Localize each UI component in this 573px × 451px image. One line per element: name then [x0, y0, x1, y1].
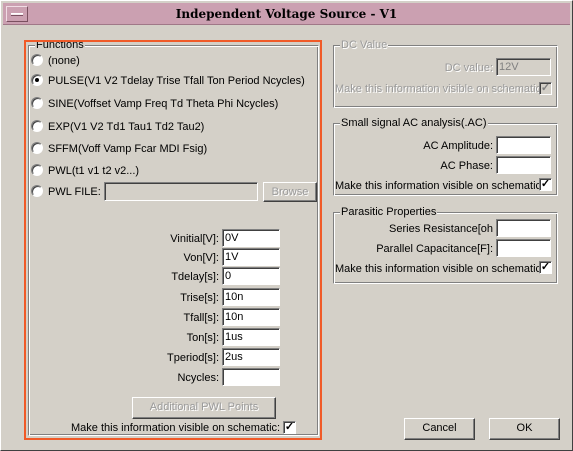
radio-button[interactable] — [31, 74, 43, 86]
ac-visible-label: Make this information visible on schemat… — [335, 180, 545, 192]
ac-phase-input[interactable] — [496, 156, 551, 174]
radio-button[interactable] — [31, 97, 43, 109]
radio-sine[interactable]: SINE(Voffset Vamp Freq Td Theta Phi Ncyc… — [31, 97, 278, 111]
dialog-window: Independent Voltage Source - V1 Function… — [0, 0, 573, 451]
parallel-capacitance-label: Parallel Capacitance[F]: — [376, 243, 493, 255]
ac-phase-label: AC Phase: — [440, 160, 493, 172]
series-resistance-input[interactable] — [496, 219, 551, 237]
dc-group-label: DC Value — [340, 39, 389, 51]
radio-pwl-file[interactable]: PWL FILE: — [31, 185, 101, 199]
radio-label: PWL FILE: — [48, 186, 101, 198]
radio-label: EXP(V1 V2 Td1 Tau1 Td2 Tau2) — [48, 121, 205, 133]
cancel-button[interactable]: Cancel — [404, 418, 475, 440]
param-label-tfall: Tfall[s]: — [183, 312, 219, 324]
param-input-ncycles[interactable] — [222, 368, 280, 386]
pwl-file-input[interactable] — [104, 182, 258, 201]
radio-button[interactable] — [31, 120, 43, 132]
parasitic-visible-checkbox[interactable]: ✓ — [539, 261, 552, 274]
param-input-ton[interactable]: 1us — [222, 328, 280, 346]
ac-group-label: Small signal AC analysis(.AC) — [340, 117, 488, 129]
param-label-von: Von[V]: — [183, 252, 219, 264]
radio-label: (none) — [48, 55, 80, 67]
functions-visible-checkbox[interactable]: ✓ — [283, 421, 296, 434]
param-input-vinitial[interactable]: 0V — [222, 229, 280, 247]
radio-none[interactable]: (none) — [31, 54, 80, 68]
additional-pwl-points-button[interactable]: Additional PWL Points — [132, 397, 276, 419]
param-input-trise[interactable]: 10n — [222, 288, 280, 306]
dc-value-input[interactable]: 12V — [496, 58, 551, 76]
functions-visible-label: Make this information visible on schemat… — [71, 422, 281, 434]
param-input-tperiod[interactable]: 2us — [222, 348, 280, 366]
dc-value-label: DC value: — [444, 62, 493, 74]
dc-visible-checkbox[interactable]: ✓ — [539, 82, 552, 95]
radio-exp[interactable]: EXP(V1 V2 Td1 Tau1 Td2 Tau2) — [31, 120, 204, 134]
title-bar[interactable]: Independent Voltage Source - V1 — [3, 3, 570, 25]
radio-button[interactable] — [31, 164, 43, 176]
param-input-tfall[interactable]: 10n — [222, 308, 280, 326]
ok-button[interactable]: OK — [489, 418, 560, 440]
dc-value-group: DC Value — [333, 39, 558, 108]
parasitic-group-label: Parasitic Properties — [340, 206, 438, 218]
radio-label: SINE(Voffset Vamp Freq Td Theta Phi Ncyc… — [48, 98, 279, 110]
param-input-von[interactable]: 1V — [222, 248, 280, 266]
ac-amplitude-label: AC Amplitude: — [423, 140, 493, 152]
ac-amplitude-input[interactable] — [496, 136, 551, 154]
param-label-tdelay: Tdelay[s]: — [171, 271, 219, 283]
radio-button[interactable] — [31, 185, 43, 197]
functions-group-label: Functions — [35, 39, 85, 51]
radio-pwl[interactable]: PWL(t1 v1 t2 v2...) — [31, 164, 139, 178]
param-label-trise: Trise[s]: — [180, 292, 219, 304]
window-title: Independent Voltage Source - V1 — [175, 7, 398, 21]
ac-visible-checkbox[interactable]: ✓ — [539, 178, 552, 191]
param-label-tperiod: Tperiod[s]: — [167, 352, 219, 364]
param-label-ncycles: Ncycles: — [177, 372, 219, 384]
radio-label: PULSE(V1 V2 Tdelay Trise Tfall Ton Perio… — [48, 75, 305, 87]
param-label-vinitial: Vinitial[V]: — [170, 233, 219, 245]
radio-label: PWL(t1 v1 t2 v2...) — [48, 165, 140, 177]
parasitic-visible-label: Make this information visible on schemat… — [335, 263, 545, 275]
dc-visible-label: Make this information visible on schemat… — [335, 83, 545, 95]
radio-button[interactable] — [31, 54, 43, 66]
radio-label: SFFM(Voff Vamp Fcar MDI Fsig) — [48, 143, 208, 155]
parallel-capacitance-input[interactable] — [496, 239, 551, 257]
series-resistance-label: Series Resistance[oh — [389, 223, 493, 235]
radio-pulse[interactable]: PULSE(V1 V2 Tdelay Trise Tfall Ton Perio… — [31, 74, 305, 88]
param-label-ton: Ton[s]: — [186, 332, 219, 344]
radio-sffm[interactable]: SFFM(Voff Vamp Fcar MDI Fsig) — [31, 142, 207, 156]
browse-button[interactable]: Browse — [263, 182, 317, 202]
radio-button[interactable] — [31, 142, 43, 154]
param-input-tdelay[interactable]: 0 — [222, 267, 280, 285]
